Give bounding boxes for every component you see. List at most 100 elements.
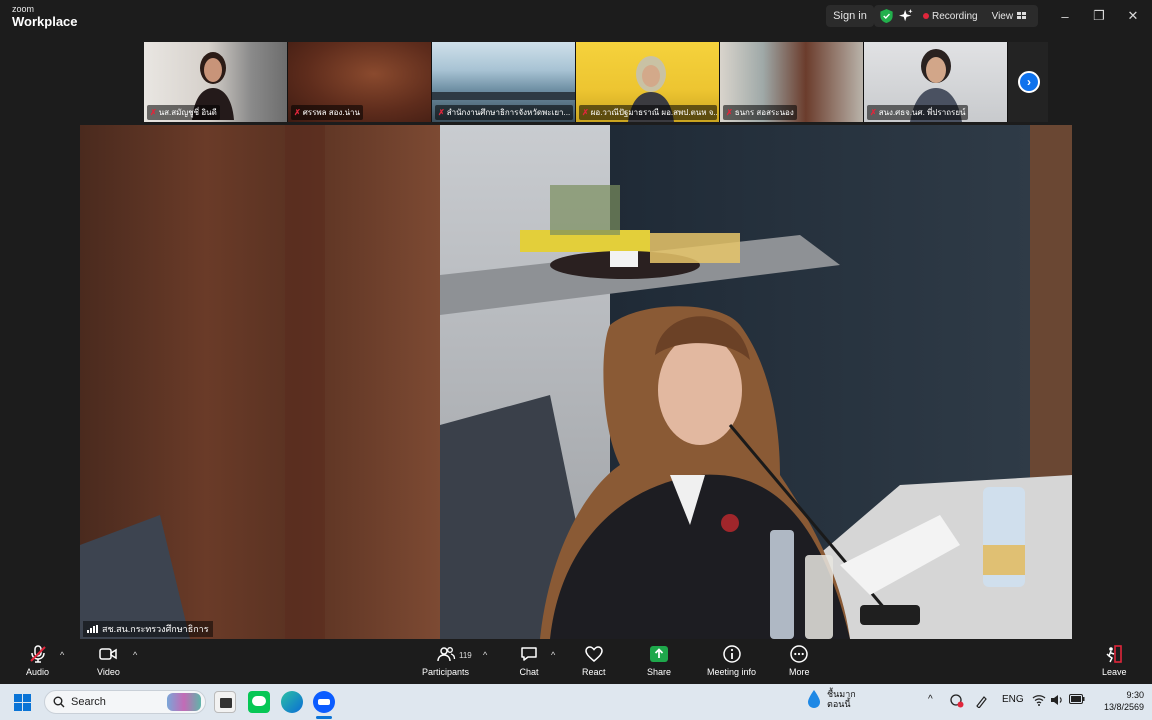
mic-muted-icon: ✗ xyxy=(150,108,157,117)
participant-name-tag: ✗ ผอ.วาณีปัฐมาธราณี ผอ.สพป.ตนห จ... xyxy=(579,105,717,120)
conference-table xyxy=(432,92,575,100)
chat-options-caret-icon[interactable]: ^ xyxy=(551,650,555,660)
pen-input-icon[interactable] xyxy=(975,694,989,711)
search-icon xyxy=(53,696,65,708)
strip-next-panel: › xyxy=(1008,42,1048,122)
battery-icon[interactable] xyxy=(1069,694,1085,707)
audio-label: Audio xyxy=(26,667,50,677)
more-button[interactable]: More xyxy=(789,644,810,677)
more-label: More xyxy=(789,667,810,677)
share-screen-icon xyxy=(650,646,669,662)
brand-big: Workplace xyxy=(12,14,78,29)
mic-muted-icon: ✗ xyxy=(870,108,877,117)
mic-muted-icon: ✗ xyxy=(582,108,589,117)
leave-button[interactable]: Leave xyxy=(1102,644,1127,677)
participant-name-tag: ✗ นส.สมัญชูชี่ อินดี xyxy=(147,105,220,120)
recording-indicator[interactable]: Recording xyxy=(923,11,978,22)
meeting-info-button[interactable]: Meeting info xyxy=(707,644,756,677)
tray-overflow-chevron-icon[interactable]: ^ xyxy=(928,694,933,705)
meeting-status-group: Recording View xyxy=(874,5,1038,27)
share-label: Share xyxy=(647,667,672,677)
participant-strip: ✗ นส.สมัญชูชี่ อินดี ✗ ศรรพล สอง.น่าน ✗ … xyxy=(144,42,1008,122)
participants-label: Participants xyxy=(422,667,470,677)
leave-label: Leave xyxy=(1102,667,1127,677)
system-clock[interactable]: 9:30 13/8/2569 xyxy=(1098,689,1144,713)
sign-in-button[interactable]: Sign in xyxy=(826,5,874,27)
close-button[interactable]: ✕ xyxy=(1116,0,1150,32)
participant-tile[interactable]: ✗ สำนักงานศึกษาธิการจังหวัดพะเยา... xyxy=(432,42,576,122)
weather-line1: ชื้นมาก xyxy=(827,689,856,699)
view-label: View xyxy=(991,10,1014,22)
speaker-name: สช.สน.กระทรวงศึกษาธิการ xyxy=(102,624,209,634)
participant-tile[interactable]: ✗ ศรรพล สอง.น่าน xyxy=(288,42,432,122)
ai-companion-icon[interactable] xyxy=(899,9,913,23)
chat-label: Chat xyxy=(519,667,539,677)
participant-tile[interactable]: ✗ นส.สมัญชูชี่ อินดี xyxy=(144,42,288,122)
title-bar: zoom Workplace Sign in Recording View – … xyxy=(0,0,1152,32)
clock-date: 13/8/2569 xyxy=(1103,702,1144,713)
participant-name: ผอ.วาณีปัฐมาธราณี ผอ.สพป.ตนห จ... xyxy=(590,108,717,117)
share-button[interactable]: Share xyxy=(647,644,671,677)
meeting-info-label: Meeting info xyxy=(707,667,757,677)
zoom-workplace-logo: zoom Workplace xyxy=(12,4,78,29)
grid-view-icon xyxy=(1017,12,1027,19)
restore-button[interactable]: ❐ xyxy=(1082,0,1116,32)
recording-label: Recording xyxy=(932,10,978,22)
signal-strength-icon xyxy=(87,625,98,633)
zoom-app-icon[interactable] xyxy=(313,691,335,713)
more-dots-icon xyxy=(790,645,808,663)
audio-button[interactable]: Audio xyxy=(26,644,49,677)
participant-name-tag: ✗ สำนักงานศึกษาธิการจังหวัดพะเยา... xyxy=(435,105,573,120)
mic-muted-icon: ✗ xyxy=(726,108,733,117)
search-highlight-icon xyxy=(167,693,201,711)
participant-tile[interactable]: ✗ ธนกร สอสระนอง xyxy=(720,42,864,122)
participant-name: สนง.ศธจ.นศ. พี่ปราถรยน์ xyxy=(878,108,966,117)
info-icon xyxy=(722,645,741,663)
participant-tile[interactable]: ✗ ผอ.วาณีปัฐมาธราณี ผอ.สพป.ตนห จ... xyxy=(576,42,720,122)
participant-name-tag: ✗ ธนกร สอสระนอง xyxy=(723,105,797,120)
windows-start-icon[interactable] xyxy=(14,694,31,711)
meeting-toolbar: Audio ^ Video ^ Participants 119 ^ Chat … xyxy=(0,640,1152,684)
search-placeholder: Search xyxy=(71,696,106,708)
video-button[interactable]: Video xyxy=(97,644,120,677)
active-speaker-video[interactable]: สช.สน.กระทรวงศึกษาธิการ xyxy=(80,125,1072,639)
speaker-volume-icon[interactable] xyxy=(1050,694,1064,709)
leave-door-icon xyxy=(1106,645,1123,663)
participant-count: 119 xyxy=(459,651,472,660)
participant-name: ธนกร สอสระนอง xyxy=(734,108,794,117)
next-page-arrow-icon[interactable]: › xyxy=(1018,71,1040,93)
participant-name-tag: ✗ สนง.ศธจ.นศ. พี่ปราถรยน์ xyxy=(867,105,969,120)
taskbar-search-box[interactable]: Search xyxy=(44,690,206,714)
participants-icon xyxy=(436,647,455,662)
audio-options-caret-icon[interactable]: ^ xyxy=(60,650,64,660)
edge-browser-icon[interactable] xyxy=(281,691,303,713)
tray-app-icon[interactable] xyxy=(950,694,964,711)
view-button[interactable]: View xyxy=(992,11,1028,22)
participants-button[interactable]: Participants xyxy=(422,644,469,677)
shield-check-icon[interactable] xyxy=(880,9,893,23)
video-options-caret-icon[interactable]: ^ xyxy=(133,650,137,660)
language-indicator[interactable]: ENG xyxy=(1002,694,1024,705)
speaker-video-frame xyxy=(80,125,1072,639)
line-app-icon[interactable] xyxy=(248,691,270,713)
chat-button[interactable]: Chat xyxy=(519,644,539,677)
mic-muted-icon: ✗ xyxy=(438,108,445,117)
speaker-name-tag: สช.สน.กระทรวงศึกษาธิการ xyxy=(83,621,213,637)
mic-muted-icon xyxy=(29,645,46,663)
weather-line2: ตอนนี้ xyxy=(827,699,851,710)
task-view-icon[interactable] xyxy=(214,691,236,713)
minimize-button[interactable]: – xyxy=(1048,0,1082,32)
brand-small: zoom xyxy=(12,4,35,14)
weather-widget[interactable]: ชื้นมาก ตอนนี้ xyxy=(806,689,856,710)
wifi-icon[interactable] xyxy=(1032,694,1046,709)
mic-muted-icon: ✗ xyxy=(294,108,301,117)
recording-dot-icon xyxy=(923,13,929,19)
participants-options-caret-icon[interactable]: ^ xyxy=(483,650,487,660)
react-label: React xyxy=(582,667,606,677)
zoom-active-indicator xyxy=(316,716,332,719)
react-button[interactable]: React xyxy=(582,644,606,677)
participant-name: สำนักงานศึกษาธิการจังหวัดพะเยา... xyxy=(446,108,571,117)
zoom-window: zoom Workplace Sign in Recording View – … xyxy=(0,0,1152,684)
chat-bubble-icon xyxy=(521,647,537,661)
participant-tile[interactable]: ✗ สนง.ศธจ.นศ. พี่ปราถรยน์ xyxy=(864,42,1008,122)
